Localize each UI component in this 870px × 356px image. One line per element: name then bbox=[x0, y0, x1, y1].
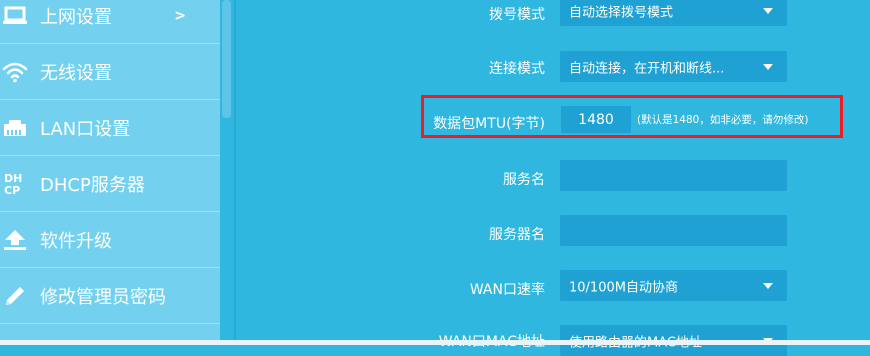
server-name-label: 服务器名 bbox=[489, 227, 545, 243]
sidebar-item-label: 软件升级 bbox=[40, 231, 112, 252]
dial-mode-select[interactable]: 自动选择拨号模式 bbox=[560, 0, 787, 26]
wan-speed-label: WAN口速率 bbox=[469, 282, 545, 298]
dropdown-arrow-icon bbox=[763, 7, 773, 14]
ethernet-port-icon bbox=[2, 115, 28, 141]
service-name-input[interactable] bbox=[560, 160, 787, 191]
svg-text:CP: CP bbox=[4, 184, 20, 197]
bottom-edge bbox=[0, 340, 870, 345]
wan-speed-value: 10/100M自动协商 bbox=[569, 280, 678, 295]
dropdown-arrow-icon bbox=[763, 63, 773, 70]
sidebar-item-label: DHCP服务器 bbox=[40, 175, 145, 196]
connect-mode-label: 连接模式 bbox=[489, 61, 545, 77]
sidebar-item-internet-settings[interactable]: 上网设置 > bbox=[0, 0, 220, 44]
sidebar-item-label: 修改管理员密码 bbox=[40, 287, 166, 308]
connect-mode-value: 自动连接，在开机和断线... bbox=[569, 61, 725, 76]
server-name-input[interactable] bbox=[560, 215, 787, 246]
pencil-icon bbox=[2, 283, 28, 309]
dial-mode-value: 自动选择拨号模式 bbox=[569, 5, 674, 20]
sidebar-item-firmware-upgrade[interactable]: 软件升级 bbox=[0, 212, 220, 268]
sidebar-item-lan-settings[interactable]: LAN口设置 bbox=[0, 100, 220, 156]
service-name-label: 服务名 bbox=[503, 172, 545, 188]
wan-speed-select[interactable]: 10/100M自动协商 bbox=[560, 270, 787, 301]
dhcp-icon: DH CP bbox=[2, 171, 28, 197]
laptop-icon bbox=[2, 3, 28, 29]
mtu-highlight-box bbox=[421, 95, 843, 138]
chevron-right-icon: > bbox=[174, 8, 186, 24]
dropdown-arrow-icon bbox=[763, 282, 773, 289]
sidebar-item-dhcp-server[interactable]: DH CP DHCP服务器 bbox=[0, 156, 220, 212]
connect-mode-select[interactable]: 自动连接，在开机和断线... bbox=[560, 51, 787, 82]
wifi-icon bbox=[2, 59, 28, 85]
sidebar-item-label: 上网设置 bbox=[40, 7, 112, 28]
sidebar-scrollbar[interactable] bbox=[222, 0, 231, 118]
sidebar-item-label: LAN口设置 bbox=[40, 119, 131, 140]
dial-mode-label: 拨号模式 bbox=[489, 7, 545, 23]
panel-divider bbox=[234, 0, 236, 345]
sidebar-item-wireless-settings[interactable]: 无线设置 bbox=[0, 44, 220, 100]
upload-icon bbox=[2, 227, 28, 253]
sidebar-item-change-admin-password[interactable]: 修改管理员密码 bbox=[0, 268, 220, 324]
sidebar-item-label: 无线设置 bbox=[40, 63, 112, 84]
sidebar: 上网设置 > 无线设置 LAN口设置 DH CP DHCP服务器 软件升级 修改… bbox=[0, 0, 220, 345]
